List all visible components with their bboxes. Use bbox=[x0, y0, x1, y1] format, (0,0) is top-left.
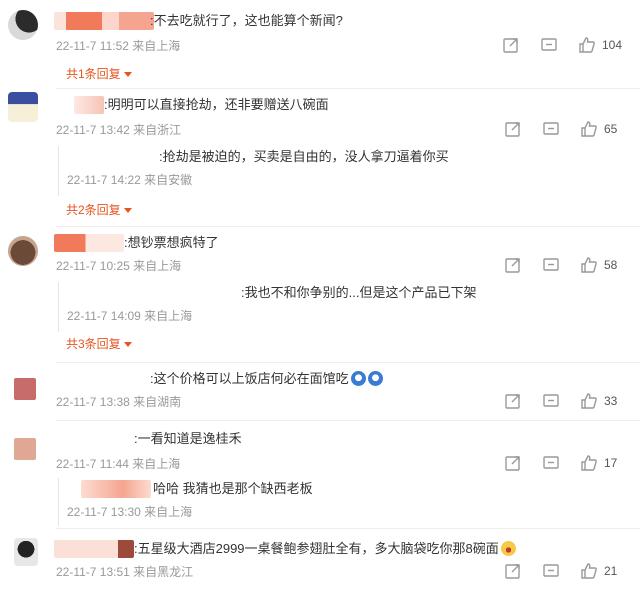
comment-actions: 104 bbox=[482, 36, 622, 54]
thumbs-up-icon bbox=[581, 455, 597, 471]
share-icon bbox=[503, 38, 518, 53]
comment-item: :五星级大酒店2999一桌餐鲍参翅肚全有，多大脑袋吃你那8碗面 22-11-7 … bbox=[0, 528, 640, 591]
comment-actions: 33 bbox=[484, 392, 622, 410]
share-icon bbox=[505, 394, 520, 409]
like-button[interactable]: 17 bbox=[580, 454, 622, 472]
comment-item: :一看知道是逸桂禾 22-11-7 11:44 来自上海 17 哈哈 我猜也是那… bbox=[0, 420, 640, 528]
doraemon-emoji-icon bbox=[350, 371, 366, 386]
username-redacted[interactable] bbox=[54, 540, 134, 558]
like-button[interactable]: 21 bbox=[580, 562, 622, 580]
like-count: 17 bbox=[604, 456, 618, 470]
more-replies-link[interactable]: 共2条回复 bbox=[66, 202, 132, 218]
share-icon bbox=[505, 122, 520, 137]
thumbs-up-icon bbox=[581, 393, 597, 409]
share-button[interactable] bbox=[504, 392, 522, 410]
comment-item: :明明可以直接抢劫，还非要赠送八碗面 22-11-7 13:42 来自浙江 65… bbox=[0, 88, 640, 228]
like-count: 65 bbox=[604, 122, 618, 136]
avatar[interactable] bbox=[8, 92, 38, 122]
thumbs-up-icon bbox=[581, 563, 597, 579]
comment-icon bbox=[543, 456, 559, 469]
comment-button[interactable] bbox=[542, 562, 560, 580]
username-redacted[interactable] bbox=[81, 480, 151, 498]
share-icon bbox=[505, 456, 520, 471]
comment-text: :一看知道是逸桂禾 bbox=[134, 431, 242, 446]
comment-text: :不去吃就行了，这也能算个新闻? bbox=[150, 13, 343, 28]
comment-meta: 22-11-7 13:42 来自浙江 bbox=[56, 123, 182, 137]
reply-thread: :抢劫是被迫的，买卖是自由的，没人拿刀逼着你买 22-11-7 14:22 来自… bbox=[58, 146, 640, 196]
doraemon-emoji-icon bbox=[367, 371, 383, 386]
comment-meta: 22-11-7 13:38 来自湖南 bbox=[56, 395, 182, 409]
avatar[interactable] bbox=[8, 10, 38, 40]
like-button[interactable]: 104 bbox=[578, 36, 622, 54]
comment-item: :这个价格可以上饭店何必在面馆吃 22-11-7 13:38 来自湖南 33 bbox=[0, 362, 640, 422]
avatar[interactable] bbox=[8, 236, 38, 266]
comment-text: :明明可以直接抢劫，还非要赠送八碗面 bbox=[104, 97, 329, 112]
like-count: 33 bbox=[604, 394, 618, 408]
more-replies-link[interactable]: 共1条回复 bbox=[66, 66, 132, 82]
comment-item: :想钞票想疯特了 22-11-7 10:25 来自上海 58 :我也不和你争别的… bbox=[0, 226, 640, 366]
comment-text: :这个价格可以上饭店何必在面馆吃 bbox=[150, 370, 383, 388]
comment-meta: 22-11-7 11:52 来自上海 bbox=[56, 39, 181, 53]
reply-text: :抢劫是被迫的，买卖是自由的，没人拿刀逼着你买 bbox=[159, 149, 449, 164]
like-count: 104 bbox=[601, 38, 622, 52]
comment-item: :不去吃就行了，这也能算个新闻? 22-11-7 11:52 来自上海 104 … bbox=[0, 0, 640, 88]
chevron-down-icon bbox=[123, 342, 132, 348]
reply-meta: 22-11-7 13:30 来自上海 bbox=[67, 505, 193, 519]
share-icon bbox=[505, 258, 520, 273]
username-redacted[interactable] bbox=[54, 234, 124, 252]
comment-meta: 22-11-7 11:44 来自上海 bbox=[56, 457, 181, 471]
share-button[interactable] bbox=[504, 256, 522, 274]
comment-actions: 17 bbox=[484, 454, 622, 472]
reply-thread: :我也不和你争别的...但是这个产品已下架 22-11-7 14:09 来自上海 bbox=[58, 282, 640, 332]
like-count: 58 bbox=[604, 258, 618, 272]
comment-icon bbox=[543, 394, 559, 407]
share-button[interactable] bbox=[504, 120, 522, 138]
laughing-emoji-icon bbox=[500, 541, 516, 556]
username-redacted[interactable] bbox=[54, 12, 154, 30]
more-replies-link[interactable]: 共3条回复 bbox=[66, 336, 132, 352]
username-redacted[interactable] bbox=[74, 96, 104, 114]
reply-meta: 22-11-7 14:22 来自安徽 bbox=[67, 173, 193, 187]
avatar[interactable] bbox=[14, 438, 36, 460]
comment-actions: 21 bbox=[484, 562, 622, 580]
share-button[interactable] bbox=[502, 36, 520, 54]
reply-text: 哈哈 我猜也是那个缺西老板 bbox=[153, 481, 313, 496]
comment-button[interactable] bbox=[542, 454, 560, 472]
chevron-down-icon bbox=[123, 208, 132, 214]
comment-button[interactable] bbox=[540, 36, 558, 54]
thumbs-up-icon bbox=[581, 121, 597, 137]
avatar[interactable] bbox=[14, 538, 38, 566]
like-count: 21 bbox=[604, 564, 618, 578]
comment-text: :五星级大酒店2999一桌餐鲍参翅肚全有，多大脑袋吃你那8碗面 bbox=[134, 540, 516, 558]
share-button[interactable] bbox=[504, 454, 522, 472]
comment-button[interactable] bbox=[542, 256, 560, 274]
comment-actions: 65 bbox=[484, 120, 622, 138]
like-button[interactable]: 33 bbox=[580, 392, 622, 410]
comment-icon bbox=[543, 258, 559, 271]
like-button[interactable]: 58 bbox=[580, 256, 622, 274]
like-button[interactable]: 65 bbox=[580, 120, 622, 138]
reply-meta: 22-11-7 14:09 来自上海 bbox=[67, 309, 193, 323]
comment-icon bbox=[543, 122, 559, 135]
comment-icon bbox=[541, 38, 557, 51]
chevron-down-icon bbox=[123, 72, 132, 78]
comment-icon bbox=[543, 564, 559, 577]
thumbs-up-icon bbox=[581, 257, 597, 273]
reply-text: :我也不和你争别的...但是这个产品已下架 bbox=[241, 285, 477, 300]
avatar[interactable] bbox=[14, 378, 36, 400]
comment-actions: 58 bbox=[484, 256, 622, 274]
comment-button[interactable] bbox=[542, 120, 560, 138]
reply-thread: 哈哈 我猜也是那个缺西老板 22-11-7 13:30 来自上海 bbox=[58, 478, 640, 526]
share-button[interactable] bbox=[504, 562, 522, 580]
share-icon bbox=[505, 564, 520, 579]
comment-meta: 22-11-7 13:51 来自黑龙江 bbox=[56, 565, 194, 579]
thumbs-up-icon bbox=[579, 37, 595, 53]
comment-meta: 22-11-7 10:25 来自上海 bbox=[56, 259, 182, 273]
comment-button[interactable] bbox=[542, 392, 560, 410]
comment-text: :想钞票想疯特了 bbox=[124, 235, 219, 250]
